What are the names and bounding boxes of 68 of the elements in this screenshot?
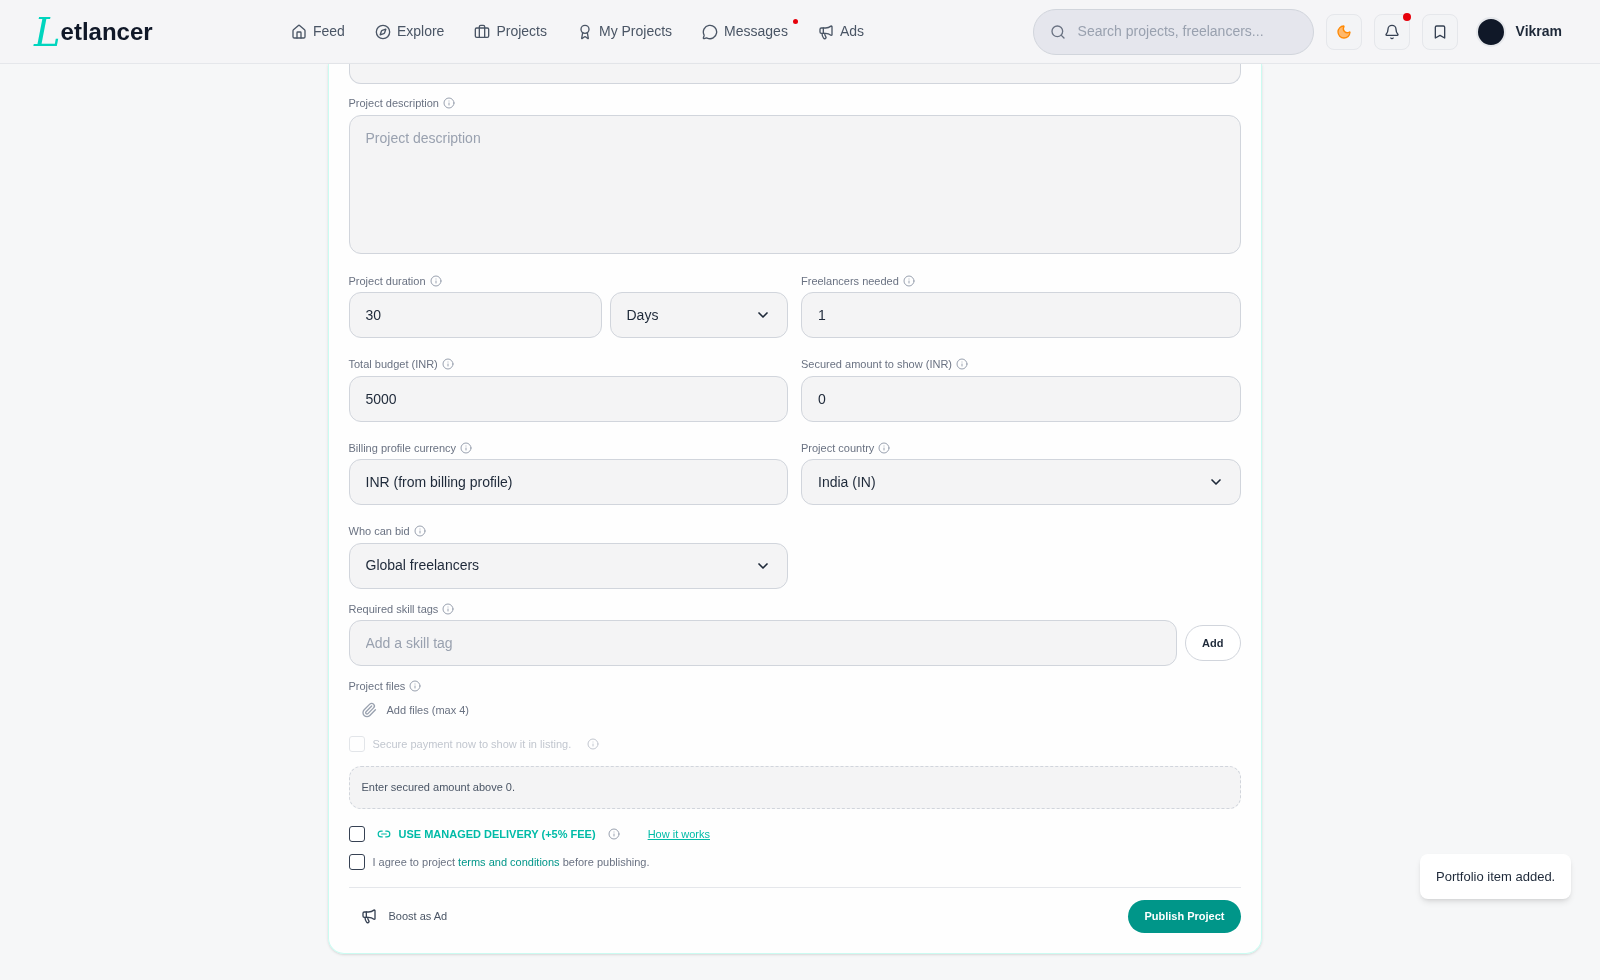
field-label: Billing profile currency xyxy=(348,440,457,456)
search-input[interactable]: Search projects, freelancers... xyxy=(1077,21,1297,42)
checkbox-label: Secure payment now to show it in listing. xyxy=(372,737,572,752)
info-icon xyxy=(413,525,426,538)
add-files-button[interactable]: Add files (max 4) xyxy=(348,697,482,722)
info-icon xyxy=(429,274,442,287)
terms-text: I agree to project terms and conditions before publishing. xyxy=(372,855,650,870)
chat-bubble-icon xyxy=(702,23,719,40)
field-label: Project duration xyxy=(348,273,426,289)
boost-as-ad-button[interactable]: Boost as Ad xyxy=(348,907,460,925)
nav-link[interactable]: Feed xyxy=(291,21,345,42)
info-icon xyxy=(441,358,454,371)
nav-link[interactable]: Projects xyxy=(474,21,547,42)
home-icon xyxy=(291,23,307,40)
nav-link[interactable]: Explore xyxy=(374,21,445,42)
input-field[interactable]: 1 xyxy=(801,292,1241,338)
theme-toggle-button[interactable] xyxy=(1325,13,1362,50)
notifications-button[interactable] xyxy=(1373,13,1410,50)
toast-message: Portfolio item added. xyxy=(1436,867,1556,886)
info-icon xyxy=(956,358,968,371)
select-field[interactable]: India (IN) xyxy=(801,459,1241,505)
field-label: Project files xyxy=(348,679,406,694)
input-field[interactable]: 30 xyxy=(348,292,602,338)
input-field[interactable]: INR (from billing profile) xyxy=(348,459,788,505)
textarea-field[interactable]: Project description xyxy=(348,114,1241,254)
field-label: Freelancers needed xyxy=(801,273,899,289)
info-icon xyxy=(443,97,455,110)
info-icon xyxy=(902,274,915,287)
add-button[interactable]: Add xyxy=(1185,625,1241,661)
moon-icon xyxy=(1335,23,1352,40)
input-field[interactable]: Add a skill tag xyxy=(348,620,1178,666)
user-name[interactable]: Vikram xyxy=(1515,21,1562,42)
paperclip-icon xyxy=(360,701,377,718)
field-label: Secured amount to show (INR) xyxy=(801,357,952,372)
megaphone-icon xyxy=(360,908,377,924)
field-label: Total budget (INR) xyxy=(348,357,438,372)
info-icon xyxy=(878,441,891,454)
info-icon xyxy=(442,602,455,615)
notice-text: Enter secured amount above 0. xyxy=(361,779,515,795)
select-field[interactable]: Global freelancers xyxy=(348,542,788,589)
checkbox[interactable] xyxy=(348,854,365,871)
bell-icon xyxy=(1383,23,1400,40)
select-field[interactable]: Days xyxy=(609,292,788,338)
search-field[interactable]: Search projects, freelancers... xyxy=(1032,8,1314,55)
field-label: Required skill tags xyxy=(348,601,439,617)
input-field[interactable] xyxy=(348,64,1241,84)
field-label: Project description xyxy=(348,96,439,111)
bookmarks-button[interactable] xyxy=(1421,13,1458,50)
input-field[interactable]: 5000 xyxy=(348,375,788,422)
megaphone-icon xyxy=(817,23,834,40)
publish-button[interactable]: Publish Project xyxy=(1128,899,1241,933)
checkbox[interactable] xyxy=(348,825,365,842)
compass-icon xyxy=(374,23,391,40)
info-icon xyxy=(460,441,473,454)
nav-link[interactable]: My Projects xyxy=(576,21,673,42)
input-field[interactable]: 0 xyxy=(801,375,1241,422)
search-icon xyxy=(1049,23,1066,40)
briefcase-icon xyxy=(474,23,491,40)
nav-link[interactable]: Ads xyxy=(817,21,865,42)
nav-link[interactable]: Messages xyxy=(702,21,788,42)
user-avatar[interactable] xyxy=(1475,16,1506,47)
terms-link[interactable]: terms and conditions xyxy=(458,856,560,868)
field-label: Project country xyxy=(801,440,875,456)
info-icon xyxy=(607,827,620,840)
field-label: Who can bid xyxy=(348,524,410,539)
info-icon xyxy=(587,738,600,751)
managed-delivery-label: USE MANAGED DELIVERY (+5% FEE) xyxy=(398,826,596,842)
info-icon xyxy=(409,680,422,693)
